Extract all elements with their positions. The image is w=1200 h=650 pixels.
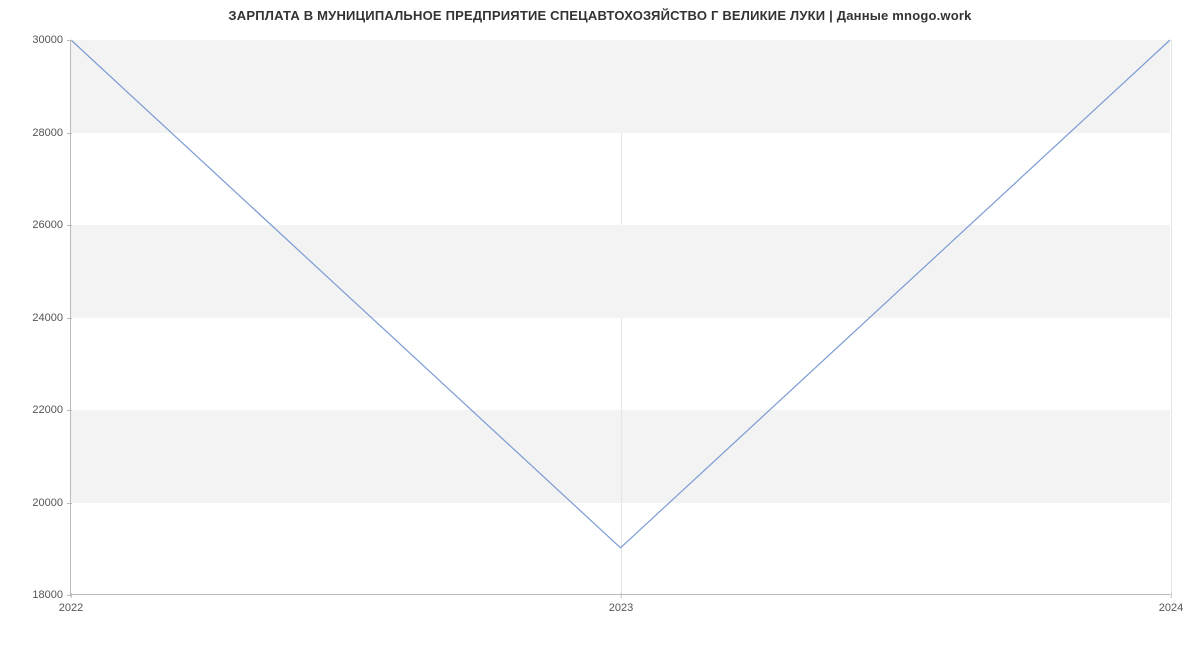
y-tick: 24000 bbox=[32, 312, 71, 324]
chart-title: ЗАРПЛАТА В МУНИЦИПАЛЬНОЕ ПРЕДПРИЯТИЕ СПЕ… bbox=[0, 8, 1200, 23]
x-tick: 2022 bbox=[59, 594, 83, 614]
y-tick: 26000 bbox=[32, 219, 71, 231]
y-tick: 20000 bbox=[32, 497, 71, 509]
y-tick: 30000 bbox=[32, 34, 71, 46]
line-series bbox=[71, 40, 1170, 594]
plot-area: 1800020000220002400026000280003000020222… bbox=[70, 40, 1170, 595]
x-tick: 2023 bbox=[609, 594, 633, 614]
x-tick: 2024 bbox=[1159, 594, 1183, 614]
y-tick: 28000 bbox=[32, 127, 71, 139]
x-gridline bbox=[1171, 40, 1172, 594]
y-tick: 22000 bbox=[32, 404, 71, 416]
chart-container: ЗАРПЛАТА В МУНИЦИПАЛЬНОЕ ПРЕДПРИЯТИЕ СПЕ… bbox=[0, 0, 1200, 650]
